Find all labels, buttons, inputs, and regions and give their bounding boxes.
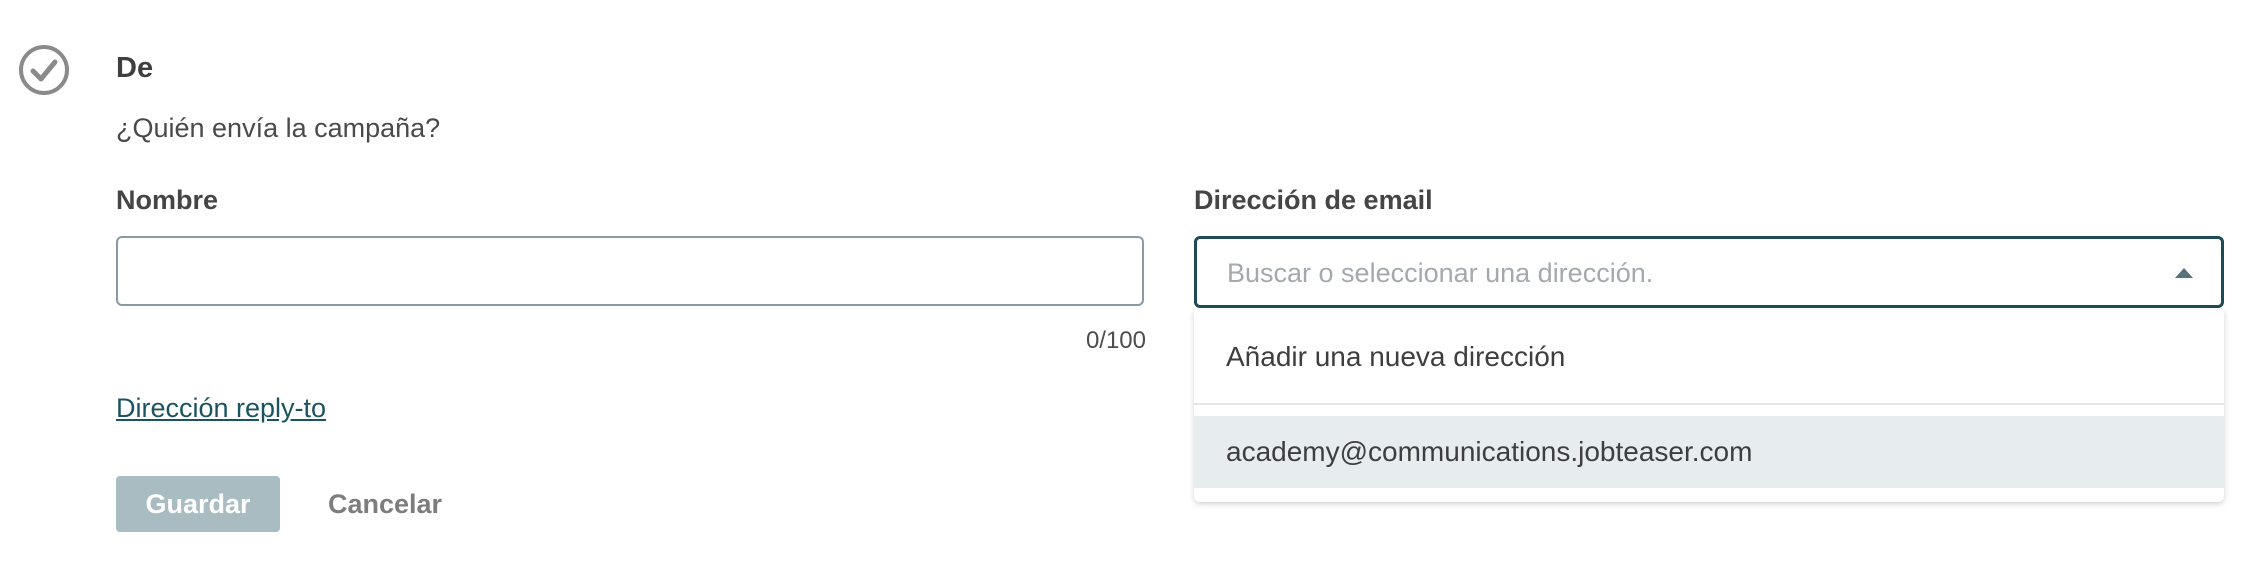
name-input[interactable] bbox=[116, 236, 1144, 306]
section-subtitle: ¿Quién envía la campaña? bbox=[116, 113, 441, 143]
check-circle-icon bbox=[19, 45, 69, 95]
character-counter: 0/100 bbox=[1085, 327, 1146, 354]
cancel-button[interactable]: Cancelar bbox=[308, 476, 462, 532]
email-dropdown: Añadir una nueva dirección academy@commu… bbox=[1194, 310, 2224, 502]
caret-up-icon[interactable] bbox=[2175, 268, 2193, 278]
email-option[interactable]: academy@communications.jobteaser.com bbox=[1194, 416, 2224, 488]
section-title: De bbox=[116, 52, 154, 84]
add-new-address-option[interactable]: Añadir una nueva dirección bbox=[1194, 310, 2224, 405]
email-search-input[interactable] bbox=[1225, 239, 2129, 307]
email-label: Dirección de email bbox=[1194, 185, 1433, 215]
reply-to-link[interactable]: Dirección reply-to bbox=[116, 388, 326, 428]
save-button[interactable]: Guardar bbox=[116, 476, 280, 532]
email-select[interactable] bbox=[1194, 236, 2224, 308]
name-label: Nombre bbox=[116, 185, 219, 215]
